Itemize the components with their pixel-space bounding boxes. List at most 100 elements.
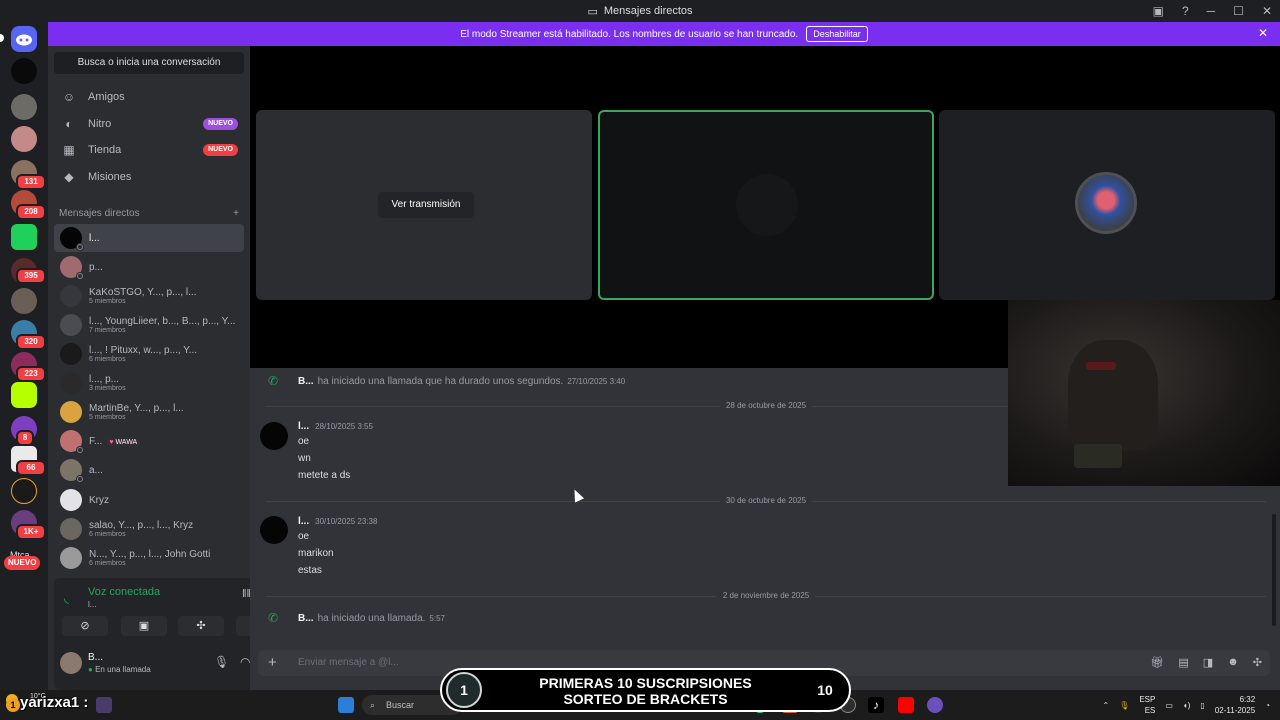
window-titlebar: ▭ Mensajes directos ▣ ? ─ ☐ ✕ xyxy=(0,0,1280,22)
server-icon[interactable] xyxy=(11,126,37,152)
unread-badge: 131 xyxy=(16,174,46,190)
volume-icon[interactable]: ◖) xyxy=(1183,701,1191,710)
dm-item[interactable]: p... xyxy=(54,253,244,281)
unread-badge: 1K+ xyxy=(16,524,46,540)
message-author[interactable]: l... 28/10/2025 3:55 xyxy=(298,421,373,432)
dm-item[interactable]: F... ♥ WAWA xyxy=(54,427,244,455)
disable-streamer-button[interactable]: Deshabilitar xyxy=(806,26,868,42)
activities-button[interactable]: ✣ xyxy=(178,616,224,636)
avatar[interactable] xyxy=(260,422,288,450)
share-screen-button[interactable]: ▣ xyxy=(121,616,167,636)
dm-item[interactable]: Kryz xyxy=(54,486,244,514)
microphone-tray-icon[interactable]: 🎙︎ xyxy=(1119,701,1129,710)
dm-item[interactable]: l..., ! Pituxx, w..., p..., Y... 6 miembr… xyxy=(54,340,244,368)
server-icon[interactable] xyxy=(11,58,37,84)
dm-item[interactable]: N..., Y..., p..., l..., John Gotti 6 miem… xyxy=(54,544,244,572)
start-windows-icon[interactable] xyxy=(338,697,354,713)
add-dm-button[interactable]: + xyxy=(233,208,239,219)
participant-tile[interactable] xyxy=(939,110,1275,300)
notifications-icon[interactable]: ◔ xyxy=(1265,701,1270,710)
nav-quests[interactable]: ◆ Misiones xyxy=(54,164,244,190)
voice-status[interactable]: Voz conectada xyxy=(88,586,160,598)
avatar xyxy=(60,430,84,454)
dm-item[interactable]: l..., YoungLiieer, b..., B..., p..., Y..… xyxy=(54,311,244,339)
promo-title: PRIMERAS 10 SUSCRIPSIONES xyxy=(539,675,752,691)
avatar xyxy=(1075,172,1137,234)
server-icon[interactable] xyxy=(11,382,37,408)
watch-stream-button[interactable]: Ver transmisión xyxy=(378,192,474,218)
new-badge: NUEVO xyxy=(203,118,238,130)
unread-badge: 66 xyxy=(16,460,46,476)
search-icon: ⌕ xyxy=(370,700,376,710)
dm-item[interactable]: l... xyxy=(54,224,244,252)
search-conversation-button[interactable]: Busca o inicia una conversación xyxy=(54,52,244,74)
dm-section-header: Mensajes directos + xyxy=(59,208,239,219)
activities-icon: ✣ xyxy=(196,620,206,632)
home-discord-button[interactable] xyxy=(11,26,37,52)
dm-item[interactable]: salao, Y..., p..., l..., Kryz 6 miembros xyxy=(54,515,244,543)
server-icon[interactable] xyxy=(11,288,37,314)
unread-badge: 223 xyxy=(16,366,46,382)
group-avatar xyxy=(60,547,82,569)
new-badge: NUEVO xyxy=(4,556,41,570)
avatar xyxy=(60,227,84,251)
server-icon[interactable] xyxy=(11,94,37,120)
nav-nitro[interactable]: ◐ Nitro NUEVO xyxy=(54,111,244,137)
camera-off-button[interactable]: ⊘ xyxy=(62,616,108,636)
attach-plus-icon[interactable]: + xyxy=(268,654,277,671)
streamer-mode-banner: El modo Streamer está habilitado. Los no… xyxy=(48,22,1280,46)
avatar[interactable] xyxy=(60,652,82,674)
message-text: estas xyxy=(298,565,322,576)
message-text: metete a ds xyxy=(298,470,351,481)
pinned-app-icon[interactable] xyxy=(927,697,943,713)
group-avatar xyxy=(60,314,82,336)
chevron-up-icon[interactable]: ⌃ xyxy=(1102,701,1109,710)
quests-icon: ◆ xyxy=(64,170,74,184)
avatar xyxy=(60,459,84,483)
avatar xyxy=(60,256,84,280)
chat-overlay-username: yarizxa1 : xyxy=(20,694,89,711)
clock[interactable]: 6:32 02-11-2025 xyxy=(1215,694,1255,716)
promo-subtitle: SORTEO DE BRACKETS xyxy=(563,691,728,707)
gift-icon[interactable]: 🎁︎ xyxy=(1150,656,1164,669)
dm-item[interactable]: KaKoSTGO, Y..., p..., l... 5 miembros xyxy=(54,282,244,310)
youtube-icon[interactable] xyxy=(898,697,914,713)
nav-friends[interactable]: ☺ Amigos xyxy=(54,84,244,110)
unread-badge: 8 xyxy=(16,430,34,446)
nav-shop[interactable]: ▦ Tienda NUEVO xyxy=(54,137,244,163)
dm-item[interactable]: MartinBe, Y..., p..., l... 5 miembros xyxy=(54,398,244,426)
apps-icon[interactable]: ✣ xyxy=(1253,656,1262,669)
message-text: wn xyxy=(298,453,311,464)
close-icon[interactable]: ✕ xyxy=(1258,26,1268,40)
speaking-participant-tile[interactable] xyxy=(598,110,934,300)
language-indicator[interactable]: ESP ES xyxy=(1139,694,1155,716)
dm-item[interactable]: a... xyxy=(54,456,244,484)
headphones-icon[interactable]: ◠ xyxy=(240,655,250,669)
kick-server-icon[interactable] xyxy=(11,224,37,250)
maximize-button[interactable]: ☐ xyxy=(1233,4,1244,18)
minimize-button[interactable]: ─ xyxy=(1207,4,1216,18)
voice-channel[interactable]: l... xyxy=(88,600,96,609)
scrollbar[interactable] xyxy=(1272,514,1276,626)
microphone-icon[interactable]: 🎙︎ xyxy=(214,655,229,669)
message-placeholder: Enviar mensaje a @l... xyxy=(298,657,399,668)
help-icon[interactable]: ? xyxy=(1182,4,1189,18)
message-author[interactable]: l... 30/10/2025 23:38 xyxy=(298,516,377,527)
emoji-icon[interactable]: ☻ xyxy=(1227,656,1239,669)
network-icon[interactable]: ▭ xyxy=(1165,701,1173,710)
inbox-tray-icon[interactable]: ▣ xyxy=(1153,4,1164,18)
tiktok-icon[interactable]: ♪ xyxy=(868,697,884,713)
monitor xyxy=(1074,444,1122,468)
nitro-icon: ◐ xyxy=(65,117,73,131)
gif-icon[interactable]: ▤ xyxy=(1178,656,1188,669)
server-icon[interactable] xyxy=(11,478,37,504)
dm-item[interactable]: l..., p... 3 miembros xyxy=(54,369,244,397)
avatar xyxy=(736,174,798,236)
sticker-icon[interactable]: ◨ xyxy=(1203,656,1213,669)
close-window-button[interactable]: ✕ xyxy=(1262,4,1272,18)
composer-actions: 🎁︎ ▤ ◨ ☻ ✣ xyxy=(1150,656,1262,669)
battery-icon[interactable]: ▯ xyxy=(1200,701,1204,710)
avatar[interactable] xyxy=(260,516,288,544)
pinned-app-icon[interactable] xyxy=(96,697,112,713)
stream-tile[interactable]: Ver transmisión xyxy=(256,110,592,300)
